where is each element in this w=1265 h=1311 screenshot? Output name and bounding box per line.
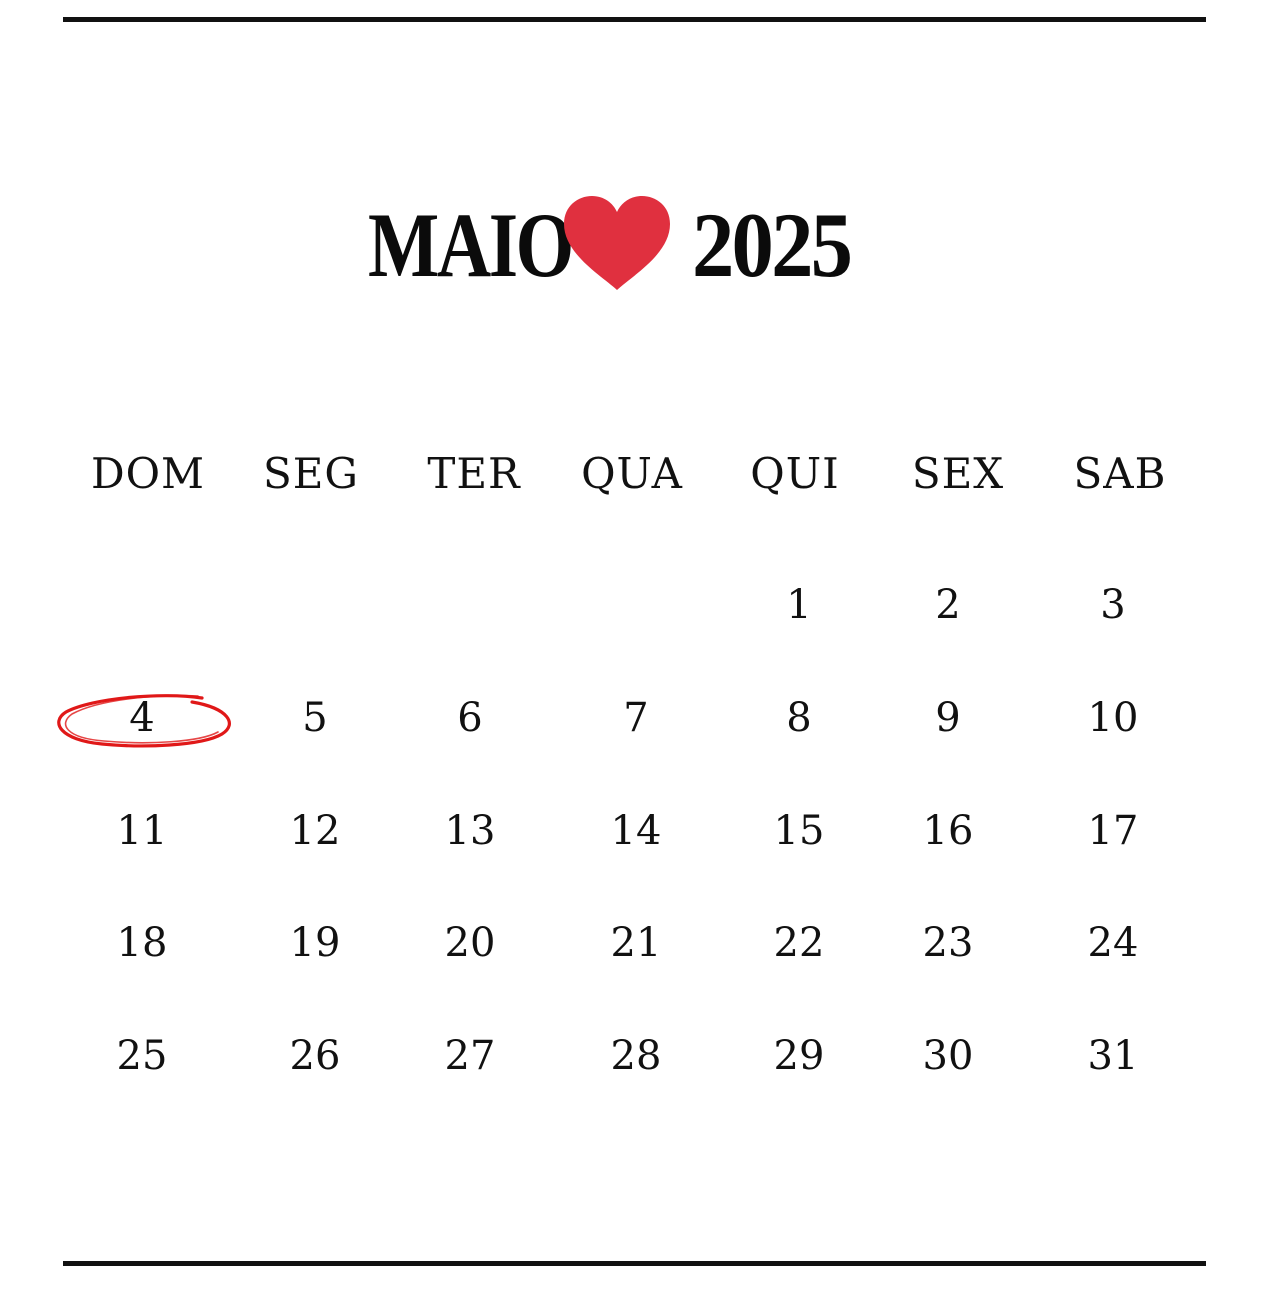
day-cell[interactable]: 25 — [82, 1026, 202, 1086]
highlight-circle-mark — [57, 694, 231, 748]
weekday-sunday: DOM — [90, 449, 206, 498]
day-cell[interactable]: 29 — [739, 1026, 859, 1086]
weekday-monday: SEG — [263, 449, 359, 498]
day-cell[interactable]: 16 — [888, 801, 1008, 861]
weekday-friday: SEX — [911, 449, 1005, 498]
day-cell[interactable]: 24 — [1053, 913, 1173, 973]
weekday-tuesday: TER — [427, 449, 521, 498]
day-cell[interactable]: 3 — [1053, 575, 1173, 635]
day-cell[interactable]: 19 — [255, 913, 375, 973]
day-cell[interactable]: 12 — [255, 801, 375, 861]
day-cell[interactable]: 31 — [1053, 1026, 1173, 1086]
heart-shape — [564, 196, 670, 290]
day-cell[interactable]: 30 — [888, 1026, 1008, 1086]
day-cell[interactable]: 6 — [410, 688, 530, 748]
calendar-header: MAIO 2025 — [0, 190, 1265, 300]
day-cell[interactable]: 14 — [576, 801, 696, 861]
day-cell[interactable]: 11 — [82, 801, 202, 861]
year-title: 2025 — [692, 194, 853, 296]
top-rule — [63, 17, 1206, 22]
day-cell[interactable]: 1 — [739, 575, 859, 635]
weekday-wednesday: QUA — [581, 449, 683, 498]
day-cell[interactable]: 17 — [1053, 801, 1173, 861]
weekday-saturday: SAB — [1073, 449, 1167, 498]
month-title: MAIO — [368, 194, 574, 296]
weekday-thursday: QUI — [750, 449, 840, 498]
heart-icon — [564, 196, 670, 290]
day-cell[interactable]: 5 — [255, 688, 375, 748]
day-cell[interactable]: 8 — [739, 688, 859, 748]
day-cell[interactable]: 23 — [888, 913, 1008, 973]
day-cell[interactable]: 28 — [576, 1026, 696, 1086]
day-cell[interactable]: 27 — [410, 1026, 530, 1086]
day-cell[interactable]: 26 — [255, 1026, 375, 1086]
day-cell[interactable]: 10 — [1053, 688, 1173, 748]
day-cell[interactable]: 18 — [82, 913, 202, 973]
bottom-rule — [63, 1261, 1206, 1266]
day-cell[interactable]: 15 — [739, 801, 859, 861]
day-cell[interactable]: 13 — [410, 801, 530, 861]
day-cell[interactable]: 21 — [576, 913, 696, 973]
day-cell[interactable]: 20 — [410, 913, 530, 973]
day-cell[interactable]: 22 — [739, 913, 859, 973]
day-cell[interactable]: 9 — [888, 688, 1008, 748]
day-cell[interactable]: 2 — [888, 575, 1008, 635]
day-cell[interactable]: 7 — [576, 688, 696, 748]
